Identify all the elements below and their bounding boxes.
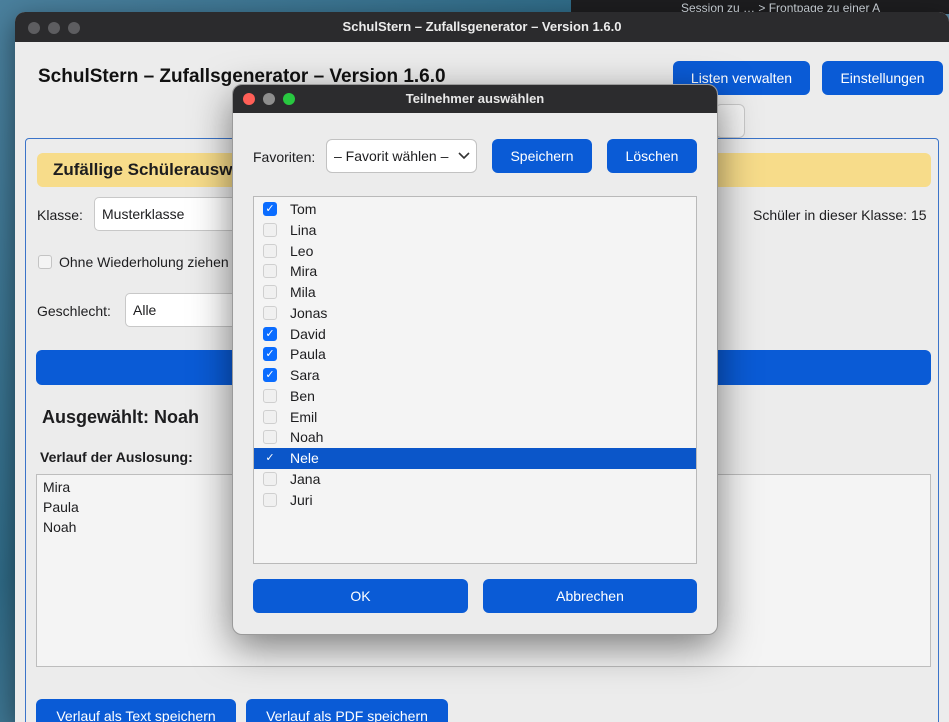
gender-select[interactable]: Alle <box>125 293 245 327</box>
participant-checkbox[interactable] <box>263 430 277 445</box>
participant-row[interactable]: Jonas <box>254 303 696 324</box>
participant-row[interactable]: Lina <box>254 220 696 241</box>
participant-name: David <box>290 325 326 342</box>
participant-name: Emil <box>290 408 318 425</box>
participant-row[interactable]: Mira <box>254 261 696 282</box>
participant-checkbox[interactable] <box>263 285 277 299</box>
participant-checkbox[interactable] <box>263 471 277 486</box>
participant-name: Tom <box>290 201 317 217</box>
participant-name: Mila <box>290 284 316 300</box>
dialog-title: Teilnehmer auswählen <box>405 91 545 106</box>
window-title: SchulStern – Zufallsgenerator – Version … <box>342 19 622 34</box>
settings-button[interactable]: Einstellungen <box>822 61 943 95</box>
participant-name: Juri <box>290 491 313 508</box>
participant-name: Leo <box>290 242 314 259</box>
close-window-icon[interactable] <box>28 22 40 34</box>
participant-row[interactable]: Leo <box>254 241 696 262</box>
participant-row[interactable]: ✓ Tom <box>254 199 696 220</box>
favorites-selected-value: – Favorit wählen – <box>334 148 449 164</box>
participant-name: Noah <box>290 429 324 446</box>
main-titlebar: SchulStern – Zufallsgenerator – Version … <box>15 12 949 42</box>
class-count: Schüler in dieser Klasse: 15 <box>753 207 927 223</box>
participant-checkbox[interactable]: ✓ <box>263 202 277 216</box>
dialog-window-controls <box>243 93 295 105</box>
participant-row[interactable]: ✓ Nele <box>254 448 696 469</box>
participant-list[interactable]: ✓ Tom Lina Leo Mira Mila Jonas ✓ David ✓ Paula ✓ Sar… <box>253 196 697 564</box>
class-label: Klasse: <box>37 207 83 223</box>
participant-row[interactable]: Jana <box>254 469 696 490</box>
participant-checkbox[interactable] <box>263 388 277 403</box>
participant-dialog: Teilnehmer auswählen Favoriten: – Favori… <box>232 84 718 635</box>
participant-row[interactable]: ✓ Paula <box>254 344 696 365</box>
participant-checkbox[interactable] <box>263 492 277 507</box>
participant-checkbox[interactable]: ✓ <box>263 451 277 465</box>
class-select[interactable]: Musterklasse <box>94 197 244 231</box>
participant-name: Sara <box>290 367 320 383</box>
participant-checkbox[interactable]: ✓ <box>263 368 277 382</box>
no-repeat-checkbox[interactable] <box>38 255 52 269</box>
participant-row[interactable]: ✓ David <box>254 324 696 345</box>
participant-name: Paula <box>290 346 326 363</box>
history-label: Verlauf der Auslosung: <box>40 449 193 465</box>
participant-row[interactable]: Noah <box>254 427 696 448</box>
participant-name: Nele <box>290 450 319 466</box>
favorites-select[interactable]: – Favorit wählen – <box>326 139 477 173</box>
participant-row[interactable]: ✓ Sara <box>254 365 696 386</box>
participant-name: Lina <box>290 221 317 238</box>
zoom-dialog-icon[interactable] <box>283 93 295 105</box>
participant-row[interactable]: Emil <box>254 407 696 428</box>
close-dialog-icon[interactable] <box>243 93 255 105</box>
chevron-down-icon <box>458 140 470 184</box>
no-repeat-label: Ohne Wiederholung ziehen <box>59 254 229 270</box>
save-favorite-button[interactable]: Speichern <box>492 139 592 173</box>
participant-checkbox[interactable] <box>263 222 277 237</box>
participant-name: Ben <box>290 387 315 404</box>
secondary-toolbar-button[interactable] <box>715 104 745 138</box>
selected-student: Ausgewählt: Noah <box>42 407 200 427</box>
participant-checkbox[interactable] <box>263 264 277 279</box>
participant-row[interactable]: Juri <box>254 490 696 511</box>
participant-name: Jonas <box>290 304 328 321</box>
participant-name: Mira <box>290 263 318 280</box>
participant-checkbox[interactable]: ✓ <box>263 347 277 362</box>
participant-row[interactable]: Mila <box>254 282 696 303</box>
save-history-pdf-button[interactable]: Verlauf als PDF speichern <box>246 699 448 722</box>
participant-checkbox[interactable]: ✓ <box>263 326 277 341</box>
panel-banner-title: Zufällige Schülerausw <box>53 160 233 179</box>
participant-checkbox[interactable] <box>263 243 277 258</box>
gender-label: Geschlecht: <box>37 303 111 319</box>
favorites-label: Favoriten: <box>253 149 316 165</box>
dialog-titlebar: Teilnehmer auswählen <box>233 85 717 113</box>
cancel-button[interactable]: Abbrechen <box>483 579 697 613</box>
save-history-text-button[interactable]: Verlauf als Text speichern <box>36 699 236 722</box>
participant-checkbox[interactable] <box>263 409 277 424</box>
participant-name: Jana <box>290 470 321 487</box>
window-controls <box>28 22 80 34</box>
ok-button[interactable]: OK <box>253 579 468 613</box>
delete-favorite-button[interactable]: Löschen <box>607 139 697 173</box>
zoom-window-icon[interactable] <box>68 22 80 34</box>
minimize-dialog-icon[interactable] <box>263 93 275 105</box>
participant-row[interactable]: Ben <box>254 386 696 407</box>
participant-checkbox[interactable] <box>263 305 277 320</box>
minimize-window-icon[interactable] <box>48 22 60 34</box>
